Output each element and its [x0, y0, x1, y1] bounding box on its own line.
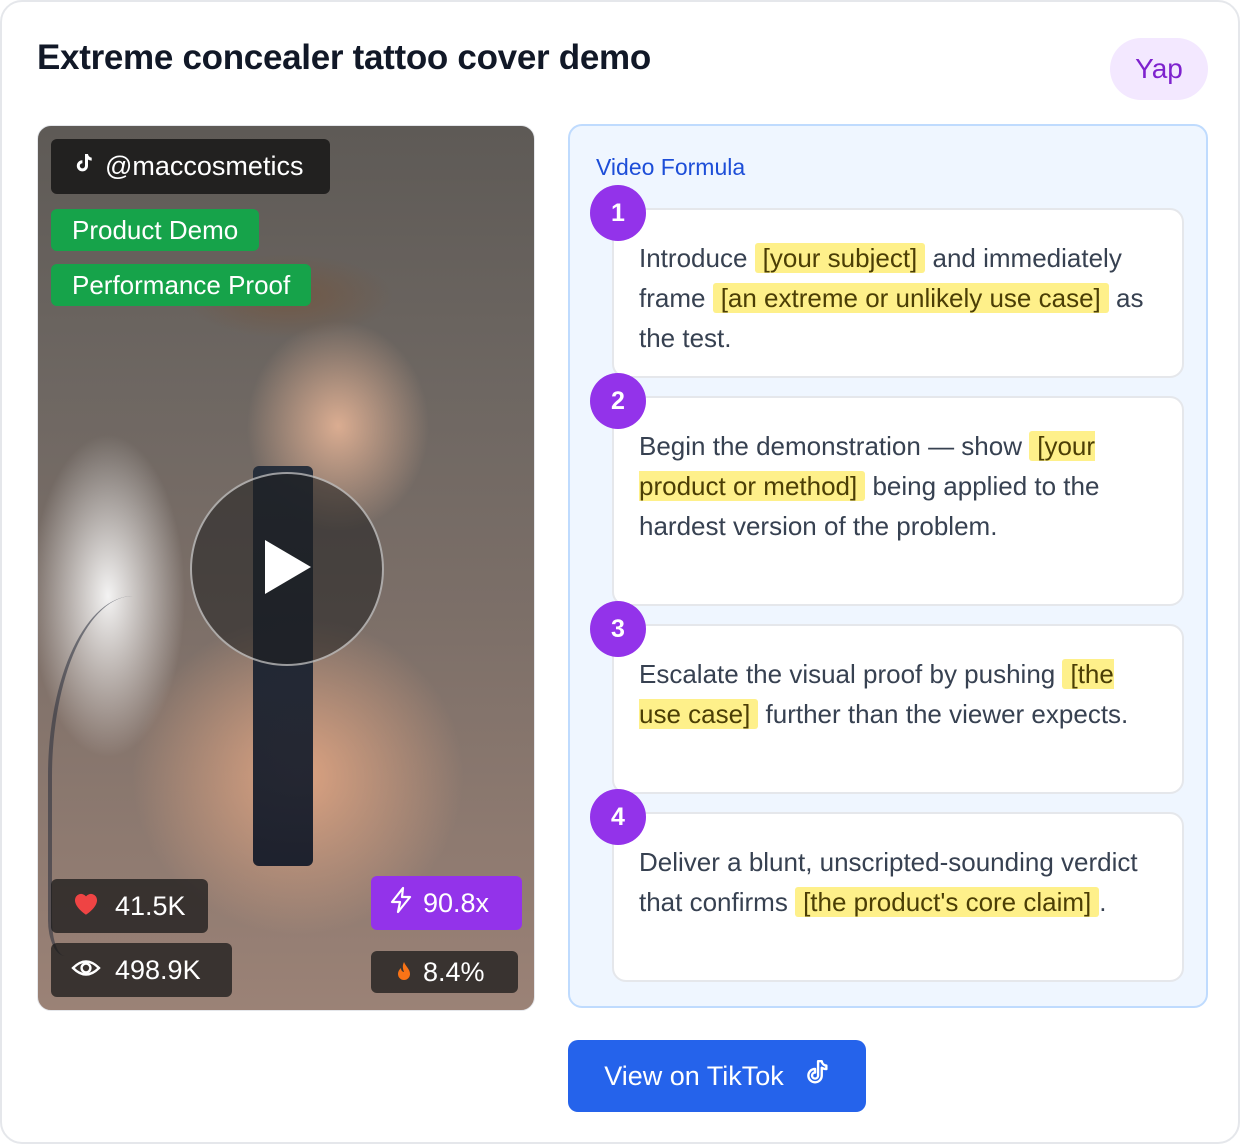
step-2-text: Begin the demonstration — show [your pro…	[639, 431, 1099, 541]
performance-multiplier: 90.8x	[371, 876, 522, 930]
tiktok-icon	[71, 151, 95, 182]
formula-step-3: Escalate the visual proof by pushing [th…	[612, 624, 1184, 794]
flame-icon	[397, 957, 411, 988]
step-number-3: 3	[590, 601, 646, 657]
likes-count: 41.5K	[51, 879, 208, 933]
views-value: 498.9K	[115, 954, 201, 985]
formula-step-4: Deliver a blunt, unscripted-sounding ver…	[612, 812, 1184, 982]
step-3-text: Escalate the visual proof by pushing [th…	[639, 659, 1128, 729]
eye-icon	[71, 955, 101, 986]
play-button[interactable]	[190, 472, 384, 666]
step-text-segment: Escalate the visual proof by pushing	[639, 659, 1063, 689]
tag-product-demo: Product Demo	[51, 209, 260, 251]
play-icon	[259, 536, 315, 603]
placeholder-highlight: [an extreme or unlikely use case]	[712, 283, 1109, 313]
tiktok-icon	[804, 1059, 830, 1094]
formula-step-1: Introduce [your subject] and immediately…	[612, 208, 1184, 378]
view-on-tiktok-button[interactable]: View on TikTok	[568, 1040, 866, 1112]
video-thumbnail[interactable]: @maccosmetics Product Demo Performance P…	[37, 125, 535, 1011]
card-title: Extreme concealer tattoo cover demo	[37, 38, 651, 77]
placeholder-highlight: [the product's core claim]	[795, 887, 1100, 917]
step-number-1: 1	[590, 185, 646, 241]
step-text-segment: Begin the demonstration — show	[639, 431, 1030, 461]
likes-value: 41.5K	[115, 890, 186, 921]
heart-icon	[71, 889, 101, 923]
step-text-segment: .	[1099, 887, 1107, 917]
step-1-text: Introduce [your subject] and immediately…	[639, 243, 1143, 353]
creator-handle[interactable]: @maccosmetics	[51, 139, 331, 194]
step-text-segment: Introduce	[639, 243, 755, 273]
step-4-text: Deliver a blunt, unscripted-sounding ver…	[639, 847, 1138, 917]
step-number-4: 4	[590, 789, 646, 845]
view-on-tiktok-label: View on TikTok	[604, 1060, 784, 1091]
formula-title: Video Formula	[596, 154, 746, 180]
placeholder-highlight: [your subject]	[754, 243, 926, 273]
bolt-icon	[389, 886, 413, 921]
category-badge: Yap	[1110, 38, 1208, 100]
views-count: 498.9K	[51, 943, 232, 997]
engagement-value: 8.4%	[423, 956, 485, 987]
multiplier-value: 90.8x	[423, 887, 490, 918]
step-number-2: 2	[590, 373, 646, 429]
video-formula-panel: Video Formula Introduce [your subject] a…	[568, 124, 1208, 1008]
step-text-segment: further than the viewer expects.	[758, 699, 1129, 729]
video-card: Extreme concealer tattoo cover demo Yap …	[0, 0, 1240, 1144]
creator-handle-text: @maccosmetics	[105, 151, 304, 181]
tag-performance-proof: Performance Proof	[51, 264, 312, 306]
engagement-rate: 8.4%	[371, 951, 518, 993]
formula-step-2: Begin the demonstration — show [your pro…	[612, 396, 1184, 606]
